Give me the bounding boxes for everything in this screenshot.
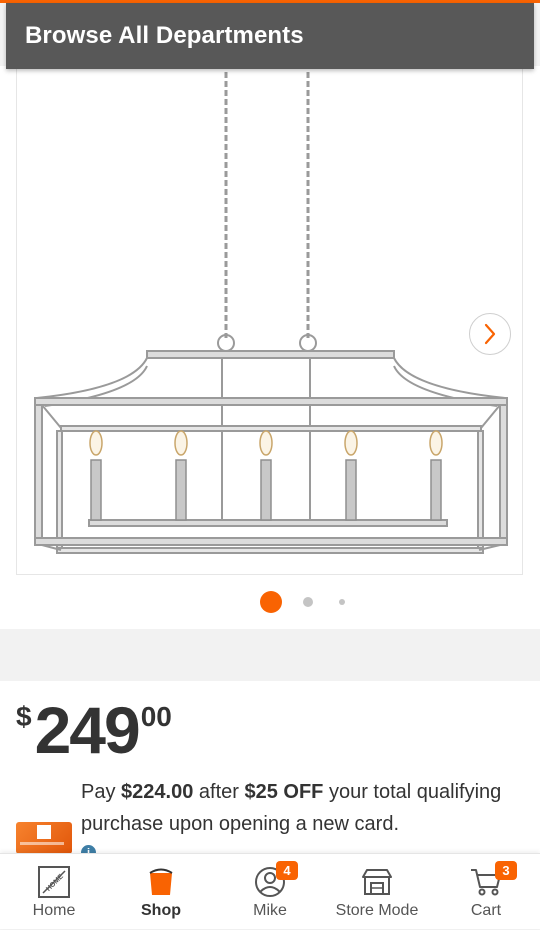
- profile-badge: 4: [276, 861, 298, 880]
- svg-text:HOME: HOME: [45, 873, 65, 893]
- price-currency: $: [16, 701, 32, 732]
- carousel-pagination: [0, 591, 540, 613]
- chandelier-illustration: [34, 72, 508, 554]
- product-media-carousel: [0, 66, 540, 629]
- header-title: Browse All Departments: [25, 22, 304, 49]
- product-price: $ 249 00: [16, 695, 172, 765]
- nav-store-mode[interactable]: Store Mode: [332, 854, 422, 930]
- carousel-next-button[interactable]: [469, 313, 511, 355]
- nav-shop[interactable]: Shop: [131, 854, 191, 930]
- product-image[interactable]: [16, 68, 523, 575]
- store-icon: [362, 869, 392, 895]
- nav-home[interactable]: HOME Home: [24, 854, 84, 930]
- carousel-dot-1[interactable]: [260, 591, 282, 613]
- price-whole: 249: [34, 693, 141, 767]
- home-depot-logo-icon: HOME: [38, 866, 70, 898]
- card-promo-text: Pay $224.00 after $25 OFF your total qua…: [81, 781, 502, 835]
- bottom-navigation: HOME Home Shop 4 Mike Store Mode 3 Cart: [0, 853, 540, 929]
- carousel-dot-3[interactable]: [339, 599, 345, 605]
- promo-discounted-price: $224.00: [121, 781, 194, 803]
- price-cents: 00: [140, 701, 172, 732]
- promo-discount: $25 OFF: [244, 781, 324, 803]
- cart-badge: 3: [495, 861, 517, 880]
- carousel-dot-2[interactable]: [303, 597, 313, 607]
- chevron-right-icon: [484, 323, 496, 345]
- shop-bucket-icon: [149, 868, 173, 895]
- home-depot-logo-icon: [37, 825, 51, 839]
- nav-cart[interactable]: 3 Cart: [456, 854, 517, 930]
- browse-departments-header[interactable]: Browse All Departments: [6, 3, 534, 69]
- nav-profile[interactable]: 4 Mike: [240, 854, 300, 930]
- credit-card-image: [16, 822, 72, 854]
- section-divider: [0, 629, 540, 681]
